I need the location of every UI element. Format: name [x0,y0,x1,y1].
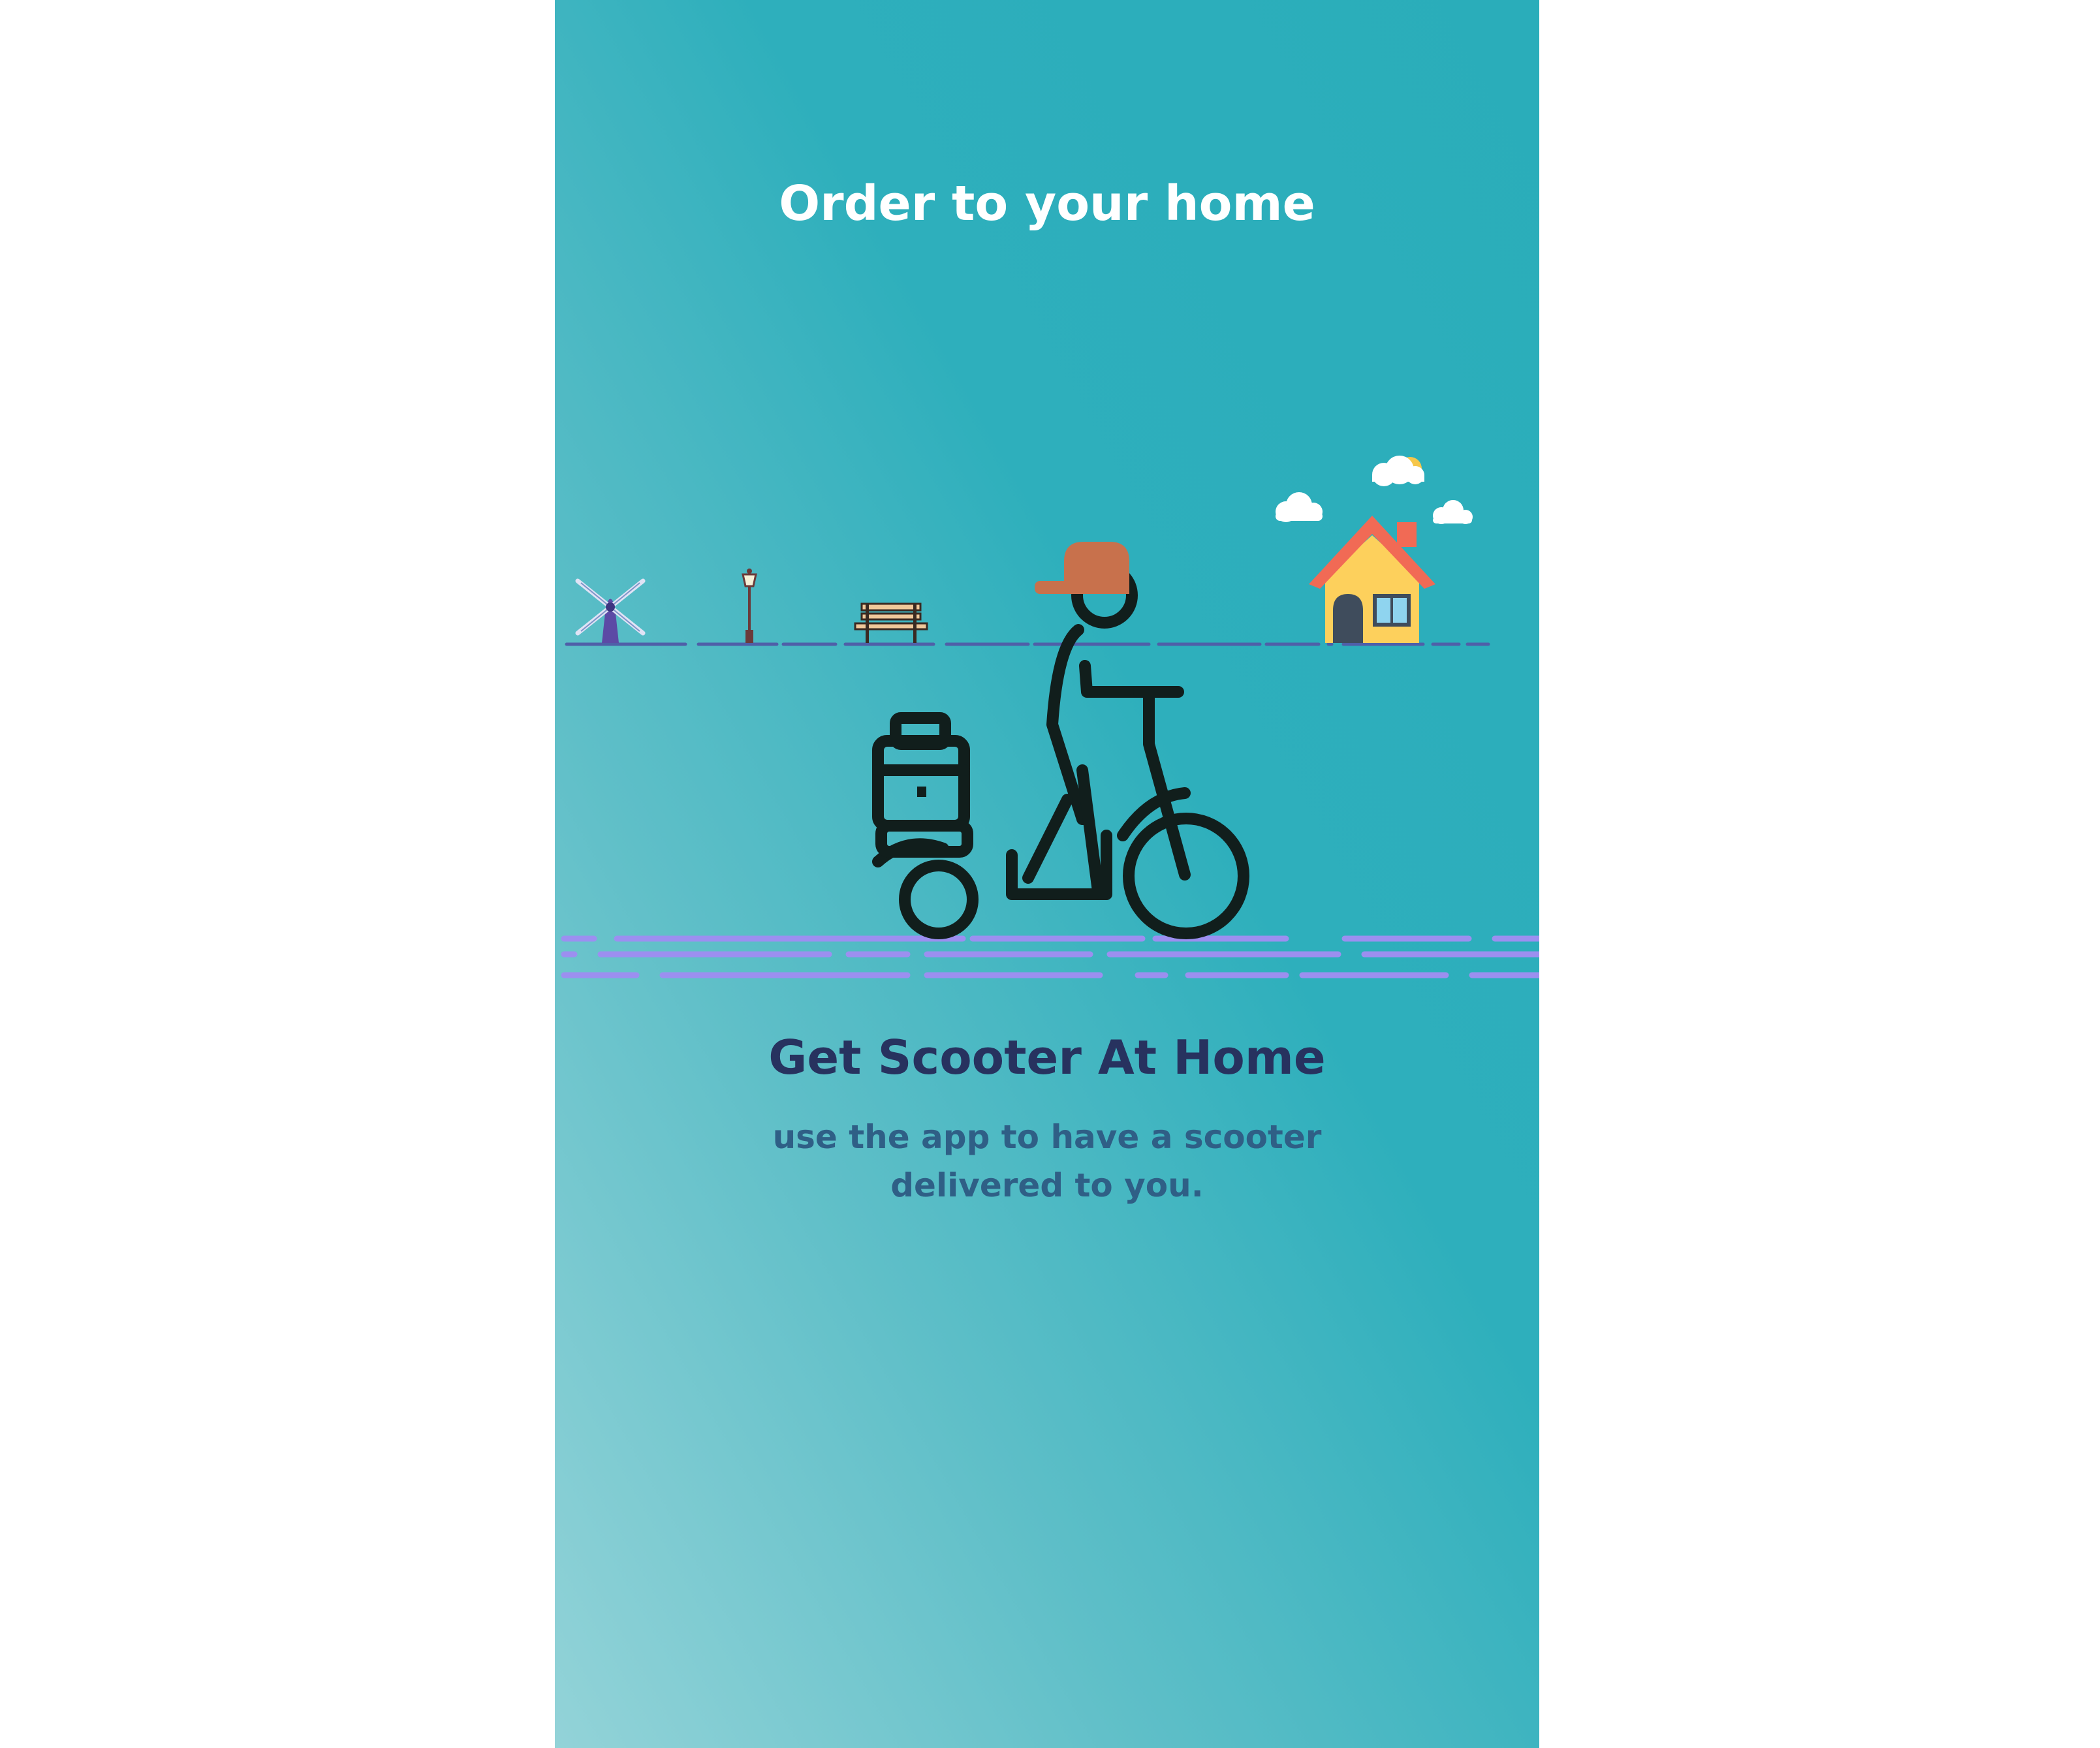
box-latch [917,787,926,797]
onboarding-description: use the app to have a scooter delivered … [772,1118,1322,1204]
cap-icon [1035,542,1129,594]
cloud-icon [1433,500,1473,524]
onboarding-heading: Get Scooter At Home [768,1030,1326,1085]
onboarding-screen: Order to your home Get Scooter At Home u… [555,0,1539,1748]
street-lamp-icon [742,569,757,643]
cloud-icon [1276,492,1323,522]
delivery-illustration [561,456,1539,978]
house-icon [1309,516,1435,643]
road-lines [561,935,1539,978]
windmill-icon [575,578,646,643]
bench-icon [854,602,928,643]
delivery-rider-icon [872,562,1249,939]
